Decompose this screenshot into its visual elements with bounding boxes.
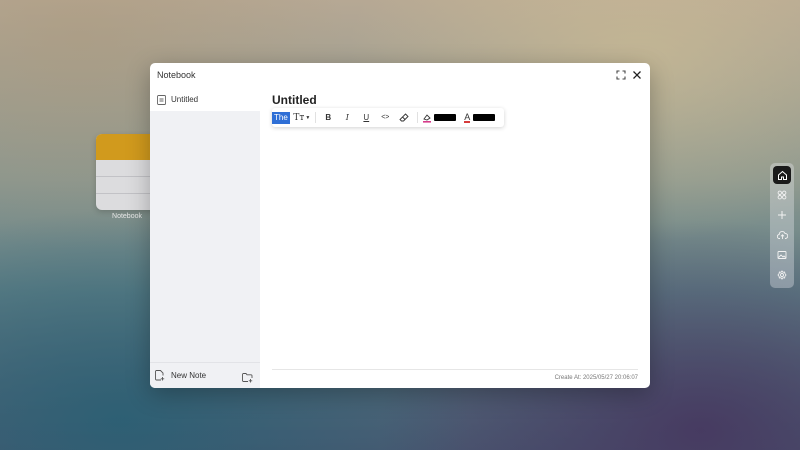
footer-divider bbox=[272, 369, 638, 370]
created-timestamp: Create At: 2025/05/27 20:06:07 bbox=[554, 375, 638, 381]
font-color-icon: A bbox=[464, 111, 471, 123]
apps-icon bbox=[777, 190, 787, 200]
notes-sidebar: Untitled New Note bbox=[150, 88, 260, 388]
text-color-button[interactable]: A bbox=[461, 108, 499, 127]
maximize-icon bbox=[616, 70, 626, 80]
desktop-icon-notebook[interactable]: Notebook bbox=[96, 134, 158, 220]
text-style-button[interactable]: Tт ▼ bbox=[292, 108, 312, 127]
side-dock bbox=[770, 163, 794, 288]
format-toolbar: The Tт ▼ B I U <> A bbox=[272, 108, 504, 127]
home-icon bbox=[777, 170, 787, 180]
new-note-label: New Note bbox=[171, 371, 207, 380]
note-file-icon bbox=[157, 94, 166, 105]
settings-icon bbox=[777, 270, 787, 280]
dock-home-button[interactable] bbox=[773, 166, 791, 184]
highlight-color-button[interactable] bbox=[421, 108, 457, 127]
dock-apps-button[interactable] bbox=[773, 186, 791, 204]
highlight-icon bbox=[422, 113, 431, 123]
editor-pane[interactable]: Untitled The Tт ▼ B I U <> A Create At: … bbox=[260, 88, 650, 388]
notebook-window: Notebook Untitled New Note Untitled The … bbox=[150, 63, 650, 388]
close-button[interactable] bbox=[630, 68, 644, 82]
clear-format-icon bbox=[399, 112, 409, 121]
image-icon bbox=[777, 251, 787, 259]
dock-settings-button[interactable] bbox=[773, 266, 791, 284]
close-icon bbox=[633, 71, 641, 79]
note-title[interactable]: Untitled bbox=[272, 93, 317, 107]
dock-upload-button[interactable] bbox=[773, 226, 791, 244]
code-button[interactable]: <> bbox=[376, 108, 395, 127]
underline-button[interactable]: U bbox=[357, 108, 376, 127]
new-folder-button[interactable] bbox=[242, 370, 253, 388]
highlight-color-swatch bbox=[433, 114, 456, 121]
text-style-label: Tт bbox=[293, 112, 305, 123]
notebook-icon bbox=[96, 134, 158, 210]
dock-image-button[interactable] bbox=[773, 246, 791, 264]
selected-text[interactable]: The bbox=[272, 111, 290, 124]
italic-button[interactable]: I bbox=[338, 108, 357, 127]
upload-icon bbox=[776, 231, 788, 239]
new-note-button[interactable]: New Note bbox=[155, 370, 206, 381]
chevron-down-icon: ▼ bbox=[305, 114, 311, 121]
note-list-item[interactable]: Untitled bbox=[150, 88, 260, 111]
note-list-item-label: Untitled bbox=[171, 95, 199, 104]
dock-add-button[interactable] bbox=[773, 206, 791, 224]
new-folder-icon bbox=[242, 373, 253, 383]
clear-format-button[interactable] bbox=[395, 108, 414, 127]
new-note-icon bbox=[155, 370, 165, 381]
add-icon bbox=[778, 211, 786, 219]
sidebar-footer: New Note bbox=[150, 362, 260, 388]
toolbar-divider bbox=[416, 112, 418, 123]
maximize-button[interactable] bbox=[614, 68, 628, 82]
bold-button[interactable]: B bbox=[319, 108, 338, 127]
desktop-icon-label: Notebook bbox=[112, 213, 142, 220]
window-title: Notebook bbox=[157, 70, 196, 80]
toolbar-divider bbox=[314, 112, 316, 123]
text-color-swatch bbox=[473, 114, 496, 121]
title-bar: Notebook bbox=[150, 63, 650, 88]
